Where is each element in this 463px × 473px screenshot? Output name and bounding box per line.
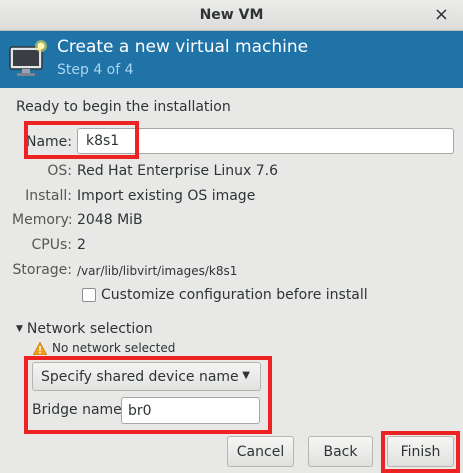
monitor-star-icon [9,40,47,76]
window-title: New VM [199,7,264,23]
cpus-value: 2 [77,237,86,253]
memory-label: Memory: [12,212,73,228]
memory-value: 2048 MiB [77,212,143,228]
warning-icon [33,341,47,355]
storage-path: /var/lib/libvirt/images/k8s1 [77,264,238,278]
storage-label: Storage: [12,262,73,278]
bridge-name-input[interactable] [121,397,260,424]
bridge-name-label: Bridge name: [32,402,127,418]
wizard-banner: Create a new virtual machine Step 4 of 4 [0,31,463,88]
os-label: OS: [47,163,72,179]
window-titlebar: New VM × [0,0,463,31]
customize-option[interactable]: Customize configuration before install [82,287,368,303]
customize-checkbox[interactable] [82,288,96,302]
name-input[interactable] [77,128,454,154]
wizard-heading: Create a new virtual machine [57,37,309,57]
install-label: Install: [25,188,72,204]
finish-button[interactable]: Finish [387,436,454,467]
network-source-value[interactable]: Specify shared device name [41,369,239,385]
network-source-dropdown[interactable]: Specify shared device name ▼ [32,362,261,391]
close-icon[interactable]: × [434,4,449,26]
back-button[interactable]: Back [308,436,373,467]
cancel-button[interactable]: Cancel [227,436,294,467]
name-label: Name: [25,134,72,150]
os-value: Red Hat Enterprise Linux 7.6 [77,163,278,179]
network-expander[interactable]: ▼ Network selection [16,321,153,337]
ready-text: Ready to begin the installation [16,99,231,115]
network-warning-text: No network selected [52,341,176,355]
chevron-down-icon[interactable]: ▼ [242,370,250,381]
install-value: Import existing OS image [77,188,256,204]
expander-arrow-icon[interactable]: ▼ [16,324,23,334]
wizard-step: Step 4 of 4 [57,62,134,78]
network-warning: No network selected [33,341,175,355]
customize-label[interactable]: Customize configuration before install [101,287,368,303]
network-expander-label[interactable]: Network selection [27,321,153,337]
cpus-label: CPUs: [31,237,72,253]
